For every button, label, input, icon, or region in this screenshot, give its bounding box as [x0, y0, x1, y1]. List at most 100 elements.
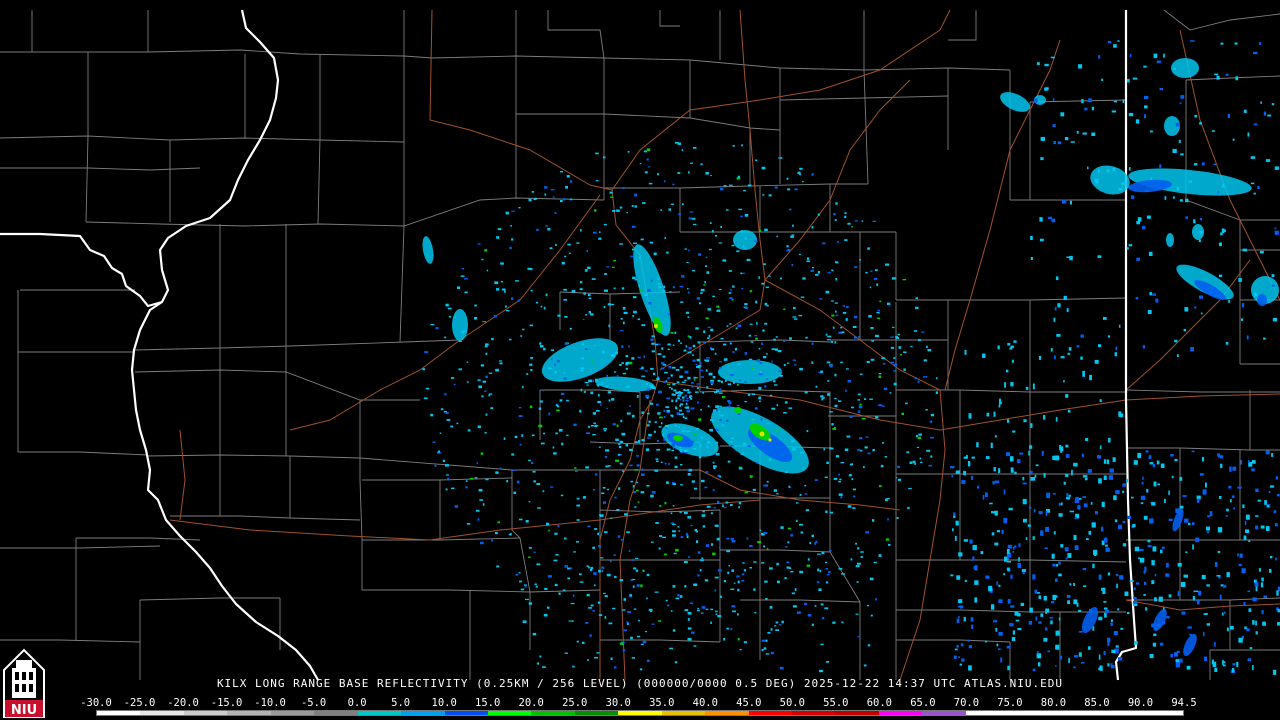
- echo-pixel: [1261, 610, 1264, 615]
- echo-pixel: [1139, 548, 1144, 552]
- echo-pixel: [543, 306, 546, 310]
- echo-pixel: [819, 569, 822, 573]
- echo-pixel: [1105, 544, 1108, 547]
- echo-pixel: [1097, 455, 1101, 459]
- echo-pixel: [1239, 553, 1243, 558]
- echo-pixel: [1159, 88, 1163, 91]
- echo-pixel: [1118, 411, 1122, 417]
- echo-pixel: [807, 614, 812, 617]
- echo-pixel: [1166, 616, 1170, 619]
- echo-pixel: [794, 588, 797, 591]
- colorbar-tick-label: 90.0: [1127, 697, 1154, 709]
- echo-pixel: [651, 350, 655, 353]
- echo-pixel: [525, 520, 529, 523]
- echo-pixel: [505, 305, 507, 308]
- echo-pixel: [531, 191, 535, 193]
- echo-pixel: [664, 501, 667, 505]
- echo-pixel: [1035, 464, 1039, 467]
- echo-pixel: [622, 321, 625, 325]
- echo-pixel: [815, 385, 818, 388]
- echo-pixel: [544, 587, 548, 590]
- echo-pixel: [1038, 356, 1041, 360]
- echo-pixel: [477, 379, 481, 381]
- echo-pixel: [1111, 110, 1117, 113]
- echo-pixel: [1252, 665, 1254, 671]
- echo-pixel: [626, 412, 631, 415]
- echo-pixel: [573, 551, 576, 553]
- echo-pixel: [547, 575, 552, 578]
- echo-pixel: [666, 397, 671, 400]
- echo-pixel: [846, 306, 849, 309]
- echo-pixel: [1274, 227, 1277, 230]
- echo-pixel: [704, 579, 709, 582]
- echo-pixel: [728, 401, 732, 405]
- echo-pixel: [584, 381, 589, 384]
- echo-pixel: [857, 636, 860, 638]
- colorbar-tick-label: 25.0: [562, 697, 588, 709]
- echo-pixel: [852, 488, 856, 491]
- echo-pixel: [668, 386, 671, 389]
- echo-pixel: [1047, 216, 1052, 220]
- echo-pixel: [754, 335, 758, 337]
- echo-pixel: [528, 602, 532, 605]
- echo-pixel: [656, 439, 659, 442]
- echo-pixel: [825, 510, 828, 513]
- echo-pixel: [900, 353, 902, 356]
- echo-pixel: [686, 261, 689, 264]
- echo-pixel: [998, 584, 1001, 587]
- echo-pixel: [873, 277, 878, 280]
- echo-pixel: [701, 514, 706, 517]
- echo-pixel: [584, 348, 588, 350]
- echo-pixel: [1133, 603, 1138, 606]
- echo-pixel: [1099, 665, 1103, 671]
- echo-pixel: [1060, 356, 1065, 359]
- echo-pixel: [657, 620, 662, 622]
- echo-pixel: [458, 368, 462, 371]
- echo-pixel: [1089, 374, 1092, 381]
- echo-pixel: [588, 297, 592, 300]
- echo-pixel: [638, 285, 640, 288]
- echo-pixel: [1175, 661, 1181, 668]
- echo-pixel: [1275, 557, 1277, 561]
- echo-pixel: [1058, 561, 1061, 565]
- echo-pixel: [636, 455, 639, 457]
- echo-pixel: [1049, 616, 1054, 619]
- echo-pixel: [554, 363, 556, 366]
- echo-pixel: [1044, 547, 1048, 549]
- echo-pixel: [759, 529, 762, 531]
- echo-pixel: [742, 562, 745, 564]
- echo-pixel: [1253, 192, 1256, 195]
- echo-pixel: [1199, 295, 1203, 299]
- echo-pixel: [650, 279, 653, 283]
- echo-pixel: [430, 324, 435, 326]
- echo-pixel: [930, 436, 934, 439]
- echo-pixel: [687, 376, 691, 380]
- echo-pixel: [1274, 230, 1279, 235]
- echo-pixel: [567, 567, 571, 570]
- echo-pixel: [907, 506, 910, 510]
- echo-pixel: [664, 237, 667, 239]
- echo-pixel: [753, 588, 756, 591]
- echo-pixel: [1184, 307, 1189, 312]
- echo-pixel: [913, 330, 917, 332]
- echo-pixel: [1113, 100, 1117, 103]
- echo-pixel: [680, 536, 684, 538]
- echo-pixel: [993, 411, 996, 417]
- echo-pixel: [876, 283, 879, 286]
- echo-pixel: [853, 336, 857, 339]
- echo-pixel: [1098, 344, 1102, 348]
- echo-pixel: [993, 467, 996, 472]
- echo-pixel: [654, 591, 659, 593]
- echo-pixel: [1129, 580, 1134, 582]
- echo-pixel: [677, 397, 680, 400]
- echo-pixel: [685, 532, 689, 536]
- echo-pixel: [1184, 518, 1189, 523]
- echo-pixel: [467, 429, 471, 432]
- echo-pixel: [570, 180, 573, 183]
- echo-pixel: [1155, 298, 1159, 303]
- echo-pixel: [741, 287, 744, 290]
- echo-pixel: [791, 263, 794, 267]
- echo-pixel: [727, 383, 731, 385]
- echo-pixel: [591, 278, 596, 280]
- echo-pixel: [634, 193, 638, 197]
